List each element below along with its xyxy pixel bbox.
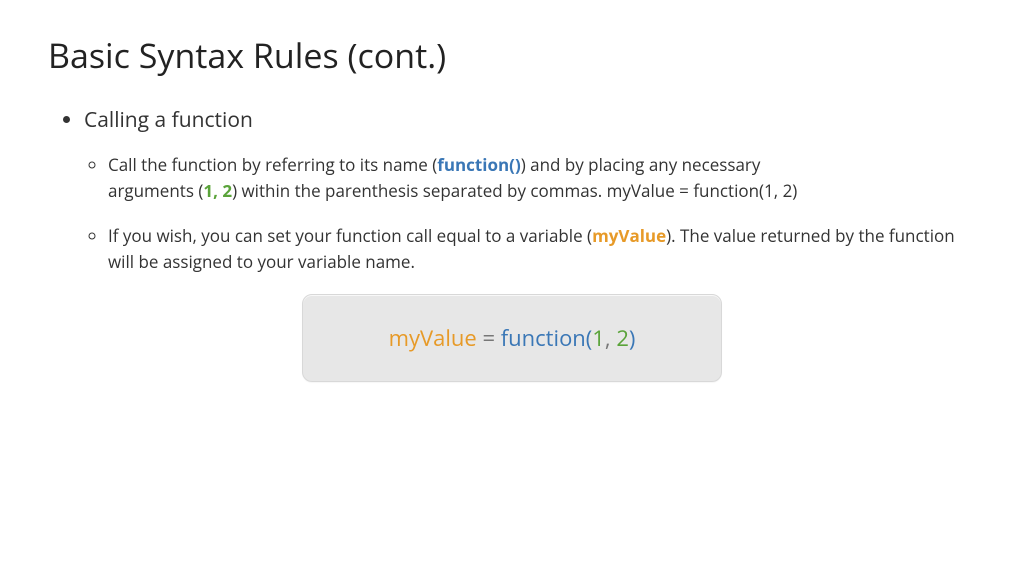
code-example-box: myValue = function(1, 2) — [302, 294, 722, 382]
text-fragment: ) within the parenthesis separated by co… — [232, 179, 797, 202]
bullet-list-level2: Call the function by referring to its na… — [48, 152, 976, 274]
sub-bullet-assign-variable: If you wish, you can set your function c… — [108, 223, 976, 274]
sub-bullet-call-function: Call the function by referring to its na… — [108, 152, 828, 203]
slide-title: Basic Syntax Rules (cont.) — [48, 32, 976, 78]
code-arg2: 2 — [616, 323, 629, 353]
code-comma: , — [605, 323, 616, 353]
bullet-calling-a-function: Calling a function — [84, 106, 976, 134]
code-eq: = — [477, 323, 501, 353]
code-func: function — [501, 323, 586, 353]
keyword-arguments: 1, 2 — [203, 179, 232, 202]
code-close-paren: ) — [629, 323, 636, 353]
keyword-myvalue: myValue — [592, 224, 666, 247]
keyword-function: function() — [437, 153, 520, 176]
code-arg1: 1 — [592, 323, 605, 353]
code-var: myValue — [389, 323, 477, 353]
text-fragment: Call the function by referring to its na… — [108, 153, 437, 176]
text-fragment: If you wish, you can set your function c… — [108, 224, 592, 247]
bullet-list-level1: Calling a function — [48, 106, 976, 134]
